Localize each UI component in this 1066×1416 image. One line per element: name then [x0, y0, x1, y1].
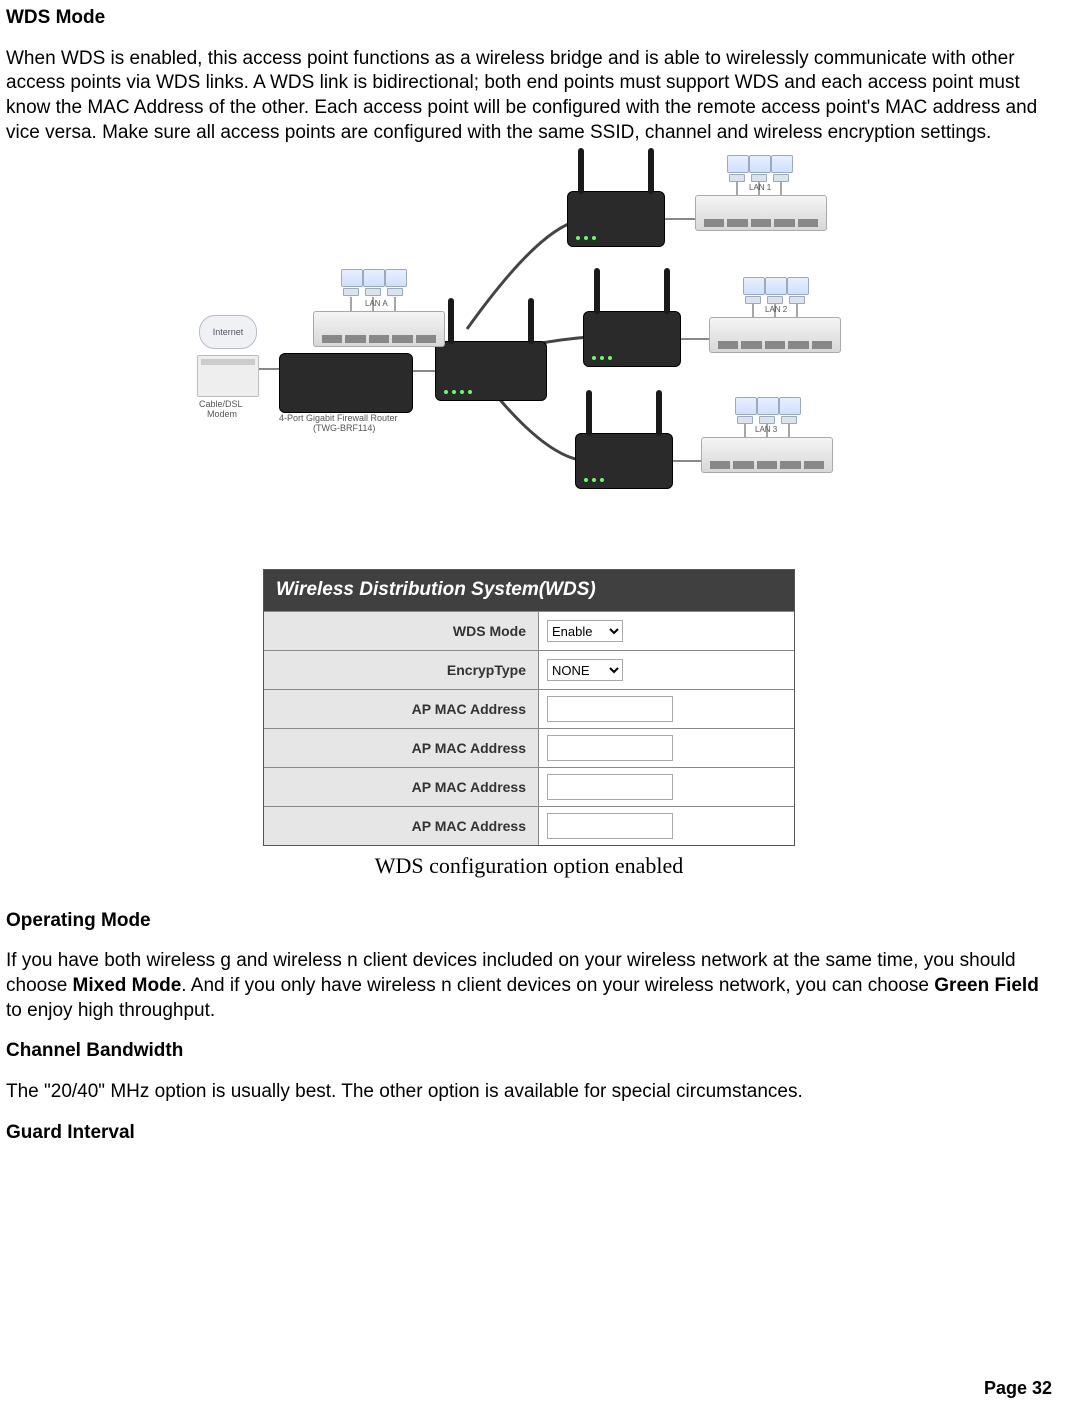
- label-ap-mac: AP MAC Address: [264, 690, 539, 728]
- heading-channel-bandwidth: Channel Bandwidth: [6, 1039, 1052, 1064]
- switch-lan-1: [695, 195, 827, 231]
- bold-green-field: Green Field: [934, 975, 1039, 996]
- internet-cloud: Internet: [199, 315, 257, 349]
- pc-icon: [727, 155, 747, 181]
- input-ap-mac-1[interactable]: [547, 696, 673, 722]
- paragraph-channel-bandwidth: The "20/40" MHz option is usually best. …: [6, 1080, 1052, 1105]
- switch-lan-a: [313, 311, 445, 347]
- cable-dsl-modem: [197, 355, 259, 397]
- label-ap-mac: AP MAC Address: [264, 729, 539, 767]
- wds-topology-diagram: Internet Cable/DSL Modem 4-Port Gigabit …: [197, 161, 861, 557]
- paragraph-wds-desc: When WDS is enabled, this access point f…: [6, 47, 1052, 146]
- modem-label-2: Modem: [207, 409, 237, 421]
- access-point-2: [583, 311, 681, 367]
- label-ap-mac: AP MAC Address: [264, 768, 539, 806]
- wds-config-form: Wireless Distribution System(WDS) WDS Mo…: [263, 569, 795, 846]
- form-row-encryp-type: EncrypType NONE: [264, 650, 794, 689]
- switch-lan-2: [709, 317, 841, 353]
- router-label-2: (TWG-BRF114): [313, 423, 375, 435]
- lan-2-label: LAN 2: [765, 305, 787, 315]
- pc-icon: [743, 277, 763, 303]
- form-row-ap-mac-3: AP MAC Address: [264, 767, 794, 806]
- access-point-3: [575, 433, 673, 489]
- text: . And if you only have wireless n client…: [181, 975, 934, 996]
- lan-a-label: LAN A: [365, 299, 388, 309]
- pc-icon: [787, 277, 807, 303]
- label-ap-mac: AP MAC Address: [264, 807, 539, 845]
- firewall-router: [279, 353, 413, 413]
- form-row-ap-mac-4: AP MAC Address: [264, 806, 794, 845]
- select-wds-mode[interactable]: Enable: [547, 620, 623, 642]
- pc-icon: [363, 269, 383, 295]
- form-row-ap-mac-1: AP MAC Address: [264, 689, 794, 728]
- input-ap-mac-4[interactable]: [547, 813, 673, 839]
- input-ap-mac-3[interactable]: [547, 774, 673, 800]
- text: to enjoy high throughput.: [6, 1000, 215, 1021]
- switch-lan-3: [701, 437, 833, 473]
- lan-1-label: LAN 1: [749, 183, 771, 193]
- pc-icon: [757, 397, 777, 423]
- input-ap-mac-2[interactable]: [547, 735, 673, 761]
- access-point-left: [435, 341, 547, 401]
- lan-3-label: LAN 3: [755, 425, 777, 435]
- pc-icon: [735, 397, 755, 423]
- pc-icon: [765, 277, 785, 303]
- page-number: Page 32: [984, 1377, 1052, 1400]
- form-row-ap-mac-2: AP MAC Address: [264, 728, 794, 767]
- internet-label: Internet: [213, 327, 244, 339]
- heading-operating-mode: Operating Mode: [6, 909, 1052, 934]
- pc-icon: [749, 155, 769, 181]
- select-encryp-type[interactable]: NONE: [547, 659, 623, 681]
- bold-mixed-mode: Mixed Mode: [73, 975, 182, 996]
- pc-icon: [771, 155, 791, 181]
- heading-guard-interval: Guard Interval: [6, 1121, 1052, 1146]
- label-wds-mode: WDS Mode: [264, 612, 539, 650]
- paragraph-operating-mode: If you have both wireless g and wireless…: [6, 949, 1052, 1023]
- pc-icon: [779, 397, 799, 423]
- pc-icon: [385, 269, 405, 295]
- heading-wds-mode: WDS Mode: [6, 6, 1052, 31]
- pc-icon: [341, 269, 361, 295]
- label-encryp-type: EncrypType: [264, 651, 539, 689]
- form-title: Wireless Distribution System(WDS): [264, 570, 794, 611]
- form-row-wds-mode: WDS Mode Enable: [264, 611, 794, 650]
- access-point-1: [567, 191, 665, 247]
- figure-caption: WDS configuration option enabled: [6, 852, 1052, 881]
